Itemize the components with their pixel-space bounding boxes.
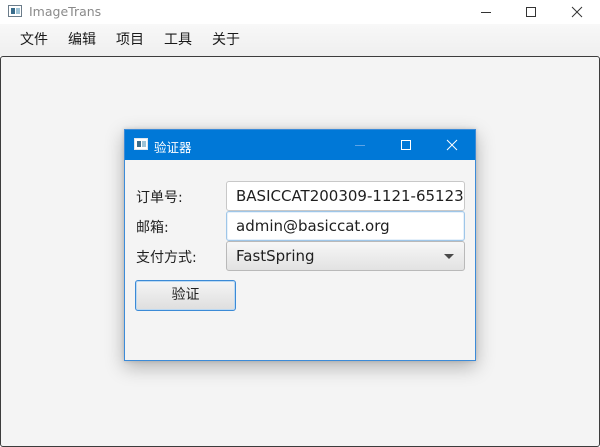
verify-button[interactable]: 验证 — [135, 280, 236, 311]
order-number-label: 订单号: — [136, 190, 183, 206]
menu-project[interactable]: 项目 — [106, 24, 154, 56]
chevron-down-icon — [444, 254, 454, 259]
minimize-icon — [355, 145, 365, 146]
window-title: ImageTrans — [29, 4, 102, 19]
close-icon — [446, 139, 458, 151]
email-label: 邮箱: — [136, 220, 169, 236]
email-input[interactable]: admin@basiccat.org — [226, 211, 465, 241]
dialog-app-icon — [134, 138, 148, 150]
dialog-title: 验证器 — [154, 140, 192, 155]
close-button[interactable] — [554, 0, 600, 24]
maximize-icon — [401, 140, 411, 150]
menu-about[interactable]: 关于 — [202, 24, 250, 56]
app-icon — [8, 5, 22, 17]
minimize-button[interactable] — [463, 0, 509, 24]
minimize-icon — [481, 12, 491, 13]
payment-method-value: FastSpring — [236, 247, 315, 265]
maximize-button[interactable] — [508, 0, 554, 24]
menu-tools[interactable]: 工具 — [154, 24, 202, 56]
payment-method-label: 支付方式: — [136, 250, 197, 266]
close-icon — [571, 6, 583, 18]
menu-edit[interactable]: 编辑 — [58, 24, 106, 56]
dialog-minimize-button[interactable] — [337, 130, 383, 160]
dialog-titlebar[interactable]: 验证器 — [125, 130, 475, 160]
dialog-close-button[interactable] — [429, 130, 475, 160]
order-number-input[interactable]: BASICCAT200309-1121-65123 — [226, 181, 465, 211]
payment-method-select[interactable]: FastSpring — [226, 241, 465, 271]
dialog-maximize-button[interactable] — [383, 130, 429, 160]
verifier-dialog: 验证器 订单号: BASICCAT200309-1121-65123 邮箱: a… — [124, 129, 476, 361]
main-titlebar[interactable]: ImageTrans — [0, 0, 600, 24]
maximize-icon — [526, 7, 536, 17]
menu-bar: 文件 编辑 项目 工具 关于 — [0, 24, 600, 56]
menu-file[interactable]: 文件 — [10, 24, 58, 56]
